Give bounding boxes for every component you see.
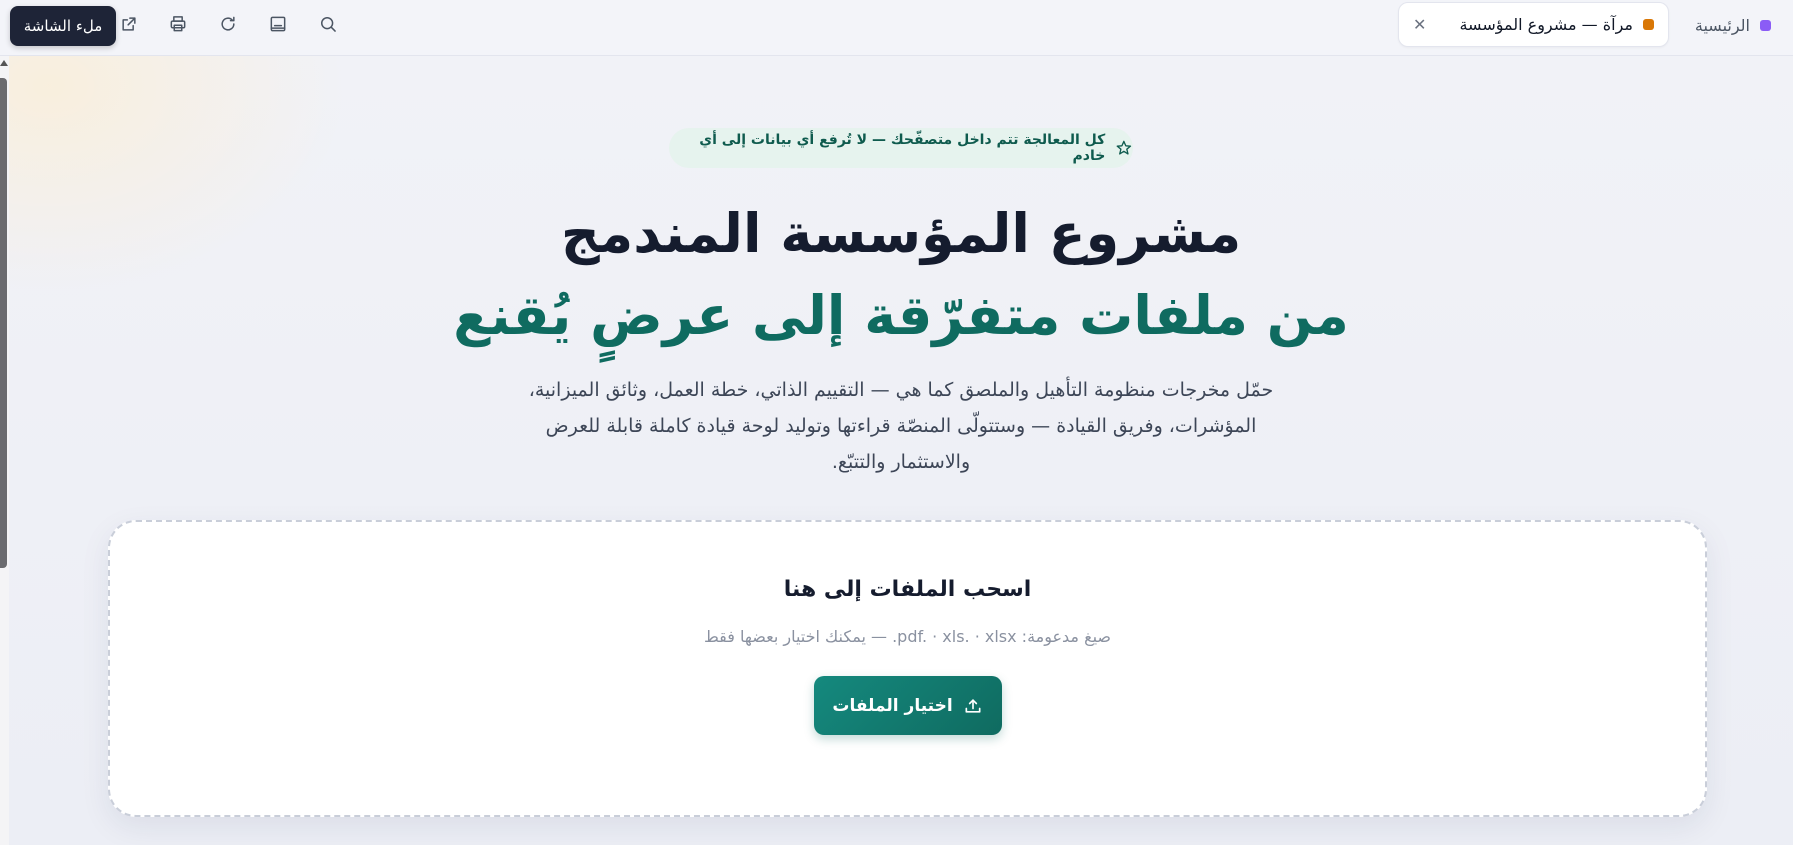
tab-close-icon[interactable]: ✕: [1413, 16, 1426, 33]
page-title: مشروع المؤسسة المندمج: [560, 202, 1242, 265]
print-icon[interactable]: [165, 11, 191, 37]
privacy-note: كل المعالجة تتم داخل متصفّحك — لا تُرفع …: [699, 132, 1106, 164]
tab-dot-icon: [1643, 19, 1654, 30]
home-dot-icon: [1760, 19, 1771, 31]
main-content: كل المعالجة تتم داخل متصفّحك — لا تُرفع …: [9, 56, 1793, 845]
file-dropzone[interactable]: اسحب الملفات إلى هنا صيغ مدعومة: pdf. · …: [108, 520, 1707, 817]
notes-icon[interactable]: [265, 11, 291, 37]
choose-files-label: اختيار الملفات: [832, 695, 953, 716]
scrollbar-thumb[interactable]: [0, 78, 7, 568]
home-label: الرئيسية: [1694, 15, 1750, 35]
supported-formats: صيغ مدعومة: pdf. · xls. · xlsx. — يمكنك …: [703, 627, 1112, 646]
upload-icon: [965, 698, 981, 713]
top-bar: الرئيسية مرآة — مشروع المؤسسة ✕ ملء الشا…: [0, 0, 1793, 56]
choose-files-button[interactable]: اختيار الملفات: [813, 676, 1002, 735]
tab-title: مرآة — مشروع المؤسسة: [1459, 15, 1633, 34]
hero-description: حمّل مخرجات منظومة التأهيل والملصق كما ه…: [528, 379, 1274, 473]
reload-icon[interactable]: [215, 11, 241, 37]
search-icon[interactable]: [315, 11, 341, 37]
dropzone-title: اسحب الملفات إلى هنا: [783, 577, 1032, 602]
fullscreen-button[interactable]: ملء الشاشة: [10, 6, 116, 46]
star-icon: [1116, 140, 1132, 155]
scroll-up-arrow-icon[interactable]: [0, 60, 8, 66]
document-tab[interactable]: مرآة — مشروع المؤسسة ✕: [1398, 2, 1669, 47]
privacy-badge: كل المعالجة تتم داخل متصفّحك — لا تُرفع …: [669, 128, 1133, 168]
home-link[interactable]: الرئيسية: [1695, 12, 1771, 38]
external-link-icon[interactable]: [116, 11, 142, 37]
page-subtitle: من ملفات متفرّقة إلى عرضٍ يُقنع: [453, 284, 1349, 347]
